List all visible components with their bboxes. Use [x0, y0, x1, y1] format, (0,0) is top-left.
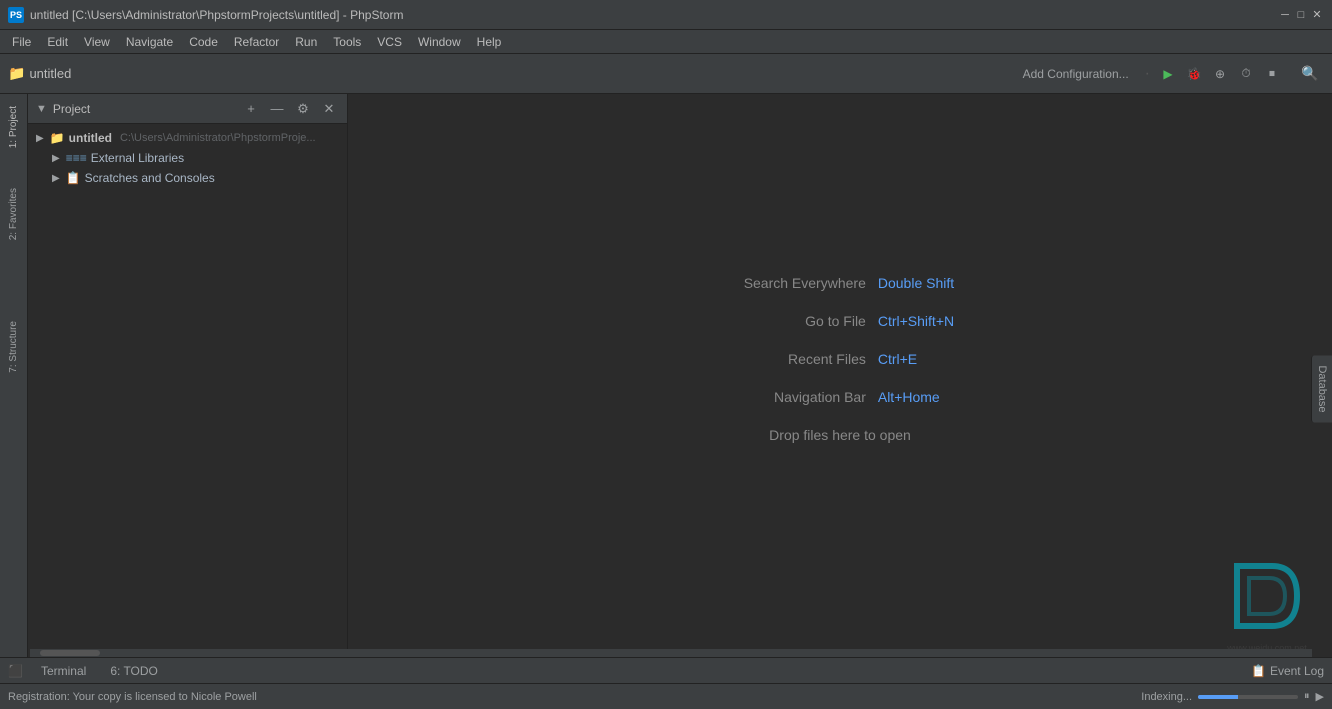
indexing-label: Indexing... [1141, 691, 1192, 703]
drop-files-label: Drop files here to open [726, 427, 954, 443]
profile-button[interactable]: ⏱ [1234, 62, 1258, 86]
menu-edit[interactable]: Edit [39, 32, 76, 52]
event-log-item[interactable]: 📋 Event Log [1251, 664, 1324, 678]
tree-item-scratches[interactable]: ▶ 📋 Scratches and Consoles [28, 168, 347, 188]
progress-bar [1198, 695, 1298, 699]
menu-help[interactable]: Help [469, 32, 510, 52]
project-add-button[interactable]: + [241, 99, 261, 119]
tree-item-label: External Libraries [91, 151, 184, 165]
arrow-icon: ▶ [52, 153, 60, 164]
library-icon: ≡≡≡ [66, 151, 87, 165]
search-everywhere-shortcut: Double Shift [878, 275, 954, 291]
stop-button[interactable]: ⏹ [1260, 62, 1284, 86]
toolbar-separator: · [1145, 65, 1150, 83]
project-tree: ▶ 📁 untitled C:\Users\Administrator\Phps… [28, 124, 347, 683]
horizontal-scrollbar[interactable] [30, 649, 1312, 657]
status-bar: Registration: Your copy is licensed to N… [0, 683, 1332, 709]
project-settings-button[interactable]: ⚙ [293, 99, 313, 119]
menu-code[interactable]: Code [181, 32, 226, 52]
watermark-logo [1227, 556, 1307, 636]
main-area: 1: Project 2: Favorites 7: Structure ▼ P… [0, 94, 1332, 683]
welcome-content: Search Everywhere Double Shift Go to Fil… [726, 275, 954, 443]
nav-bar-row: Navigation Bar Alt+Home [726, 389, 954, 405]
menu-run[interactable]: Run [287, 32, 325, 52]
search-everywhere-row: Search Everywhere Double Shift [726, 275, 954, 291]
menu-vcs[interactable]: VCS [369, 32, 410, 52]
menu-refactor[interactable]: Refactor [226, 32, 287, 52]
menu-window[interactable]: Window [410, 32, 469, 52]
project-panel-header: ▼ Project + — ⚙ ✕ [28, 94, 347, 124]
minimize-button[interactable]: ─ [1278, 8, 1292, 22]
menu-navigate[interactable]: Navigate [118, 32, 181, 52]
project-collapse-button[interactable]: — [267, 99, 287, 119]
goto-file-shortcut: Ctrl+Shift+N [878, 313, 954, 329]
tree-item-external-libraries[interactable]: ▶ ≡≡≡ External Libraries [28, 148, 347, 168]
add-configuration-button[interactable]: Add Configuration... [1013, 63, 1139, 85]
arrow-icon: ▶ [36, 133, 44, 144]
event-log-label: Event Log [1270, 664, 1324, 678]
recent-files-shortcut: Ctrl+E [878, 351, 917, 367]
app-icon: PS [8, 7, 24, 23]
recent-files-label: Recent Files [726, 351, 866, 367]
database-tab[interactable]: Database [1311, 355, 1332, 422]
tree-item-path: C:\Users\Administrator\PhpstormProje... [120, 132, 316, 144]
drop-files-row: Drop files here to open [726, 427, 954, 443]
project-breadcrumb: 📁 untitled [8, 65, 71, 82]
registration-status: Registration: Your copy is licensed to N… [8, 691, 257, 703]
left-sidebar-strip: 1: Project 2: Favorites 7: Structure [0, 94, 28, 683]
pause-icon[interactable]: ⏸ [1304, 690, 1310, 703]
goto-file-row: Go to File Ctrl+Shift+N [726, 313, 954, 329]
nav-bar-shortcut: Alt+Home [878, 389, 940, 405]
scrollbar-thumb[interactable] [40, 650, 100, 656]
run-button[interactable]: ▶ [1156, 62, 1180, 86]
watermark: www.weidu.com.net [1227, 556, 1307, 653]
window-controls: ─ □ ✕ [1278, 8, 1324, 22]
project-close-button[interactable]: ✕ [319, 99, 339, 119]
title-bar: PS untitled [C:\Users\Administrator\Phps… [0, 0, 1332, 30]
tree-item-label: untitled [69, 131, 112, 145]
recent-files-row: Recent Files Ctrl+E [726, 351, 954, 367]
project-panel-title: Project [53, 102, 235, 116]
project-name: untitled [29, 66, 71, 81]
search-everywhere-button[interactable]: 🔍 [1296, 60, 1324, 88]
tree-item-untitled[interactable]: ▶ 📁 untitled C:\Users\Administrator\Phps… [28, 128, 347, 148]
project-panel-icon: ▼ [36, 103, 47, 115]
sidebar-item-project[interactable]: 1: Project [5, 98, 22, 156]
folder-icon: 📁 [50, 131, 65, 145]
debug-button[interactable]: 🐞 [1182, 62, 1206, 86]
maximize-button[interactable]: □ [1294, 8, 1308, 22]
sidebar-item-favorites[interactable]: 2: Favorites [5, 180, 22, 248]
bottom-toolbar: ⬛ Terminal 6: TODO 📋 Event Log [0, 657, 1332, 683]
todo-tab[interactable]: 6: TODO [104, 662, 164, 680]
play-icon[interactable]: ▶ [1316, 690, 1324, 703]
tree-item-label: Scratches and Consoles [85, 171, 215, 185]
menu-view[interactable]: View [76, 32, 118, 52]
menu-file[interactable]: File [4, 32, 39, 52]
indexing-status: Indexing... ⏸ ▶ [1141, 690, 1324, 703]
project-panel: ▼ Project + — ⚙ ✕ ▶ 📁 untitled C:\Users\… [28, 94, 348, 683]
terminal-tab[interactable]: Terminal [35, 662, 92, 680]
nav-bar-label: Navigation Bar [726, 389, 866, 405]
search-everywhere-label: Search Everywhere [726, 275, 866, 291]
coverage-button[interactable]: ⊕ [1208, 62, 1232, 86]
window-title: untitled [C:\Users\Administrator\Phpstor… [30, 8, 1278, 22]
menu-tools[interactable]: Tools [325, 32, 369, 52]
goto-file-label: Go to File [726, 313, 866, 329]
scratch-icon: 📋 [66, 171, 81, 185]
close-button[interactable]: ✕ [1310, 8, 1324, 22]
toolbar: 📁 untitled Add Configuration... · ▶ 🐞 ⊕ … [0, 54, 1332, 94]
terminal-icon: ⬛ [8, 664, 23, 678]
run-controls: ▶ 🐞 ⊕ ⏱ ⏹ [1156, 62, 1284, 86]
event-log-icon: 📋 [1251, 664, 1266, 678]
folder-icon: 📁 [8, 65, 25, 82]
editor-area: Search Everywhere Double Shift Go to Fil… [348, 94, 1332, 683]
arrow-icon: ▶ [52, 173, 60, 184]
progress-fill [1198, 695, 1238, 699]
sidebar-item-structure[interactable]: 7: Structure [5, 313, 22, 381]
menu-bar: File Edit View Navigate Code Refactor Ru… [0, 30, 1332, 54]
